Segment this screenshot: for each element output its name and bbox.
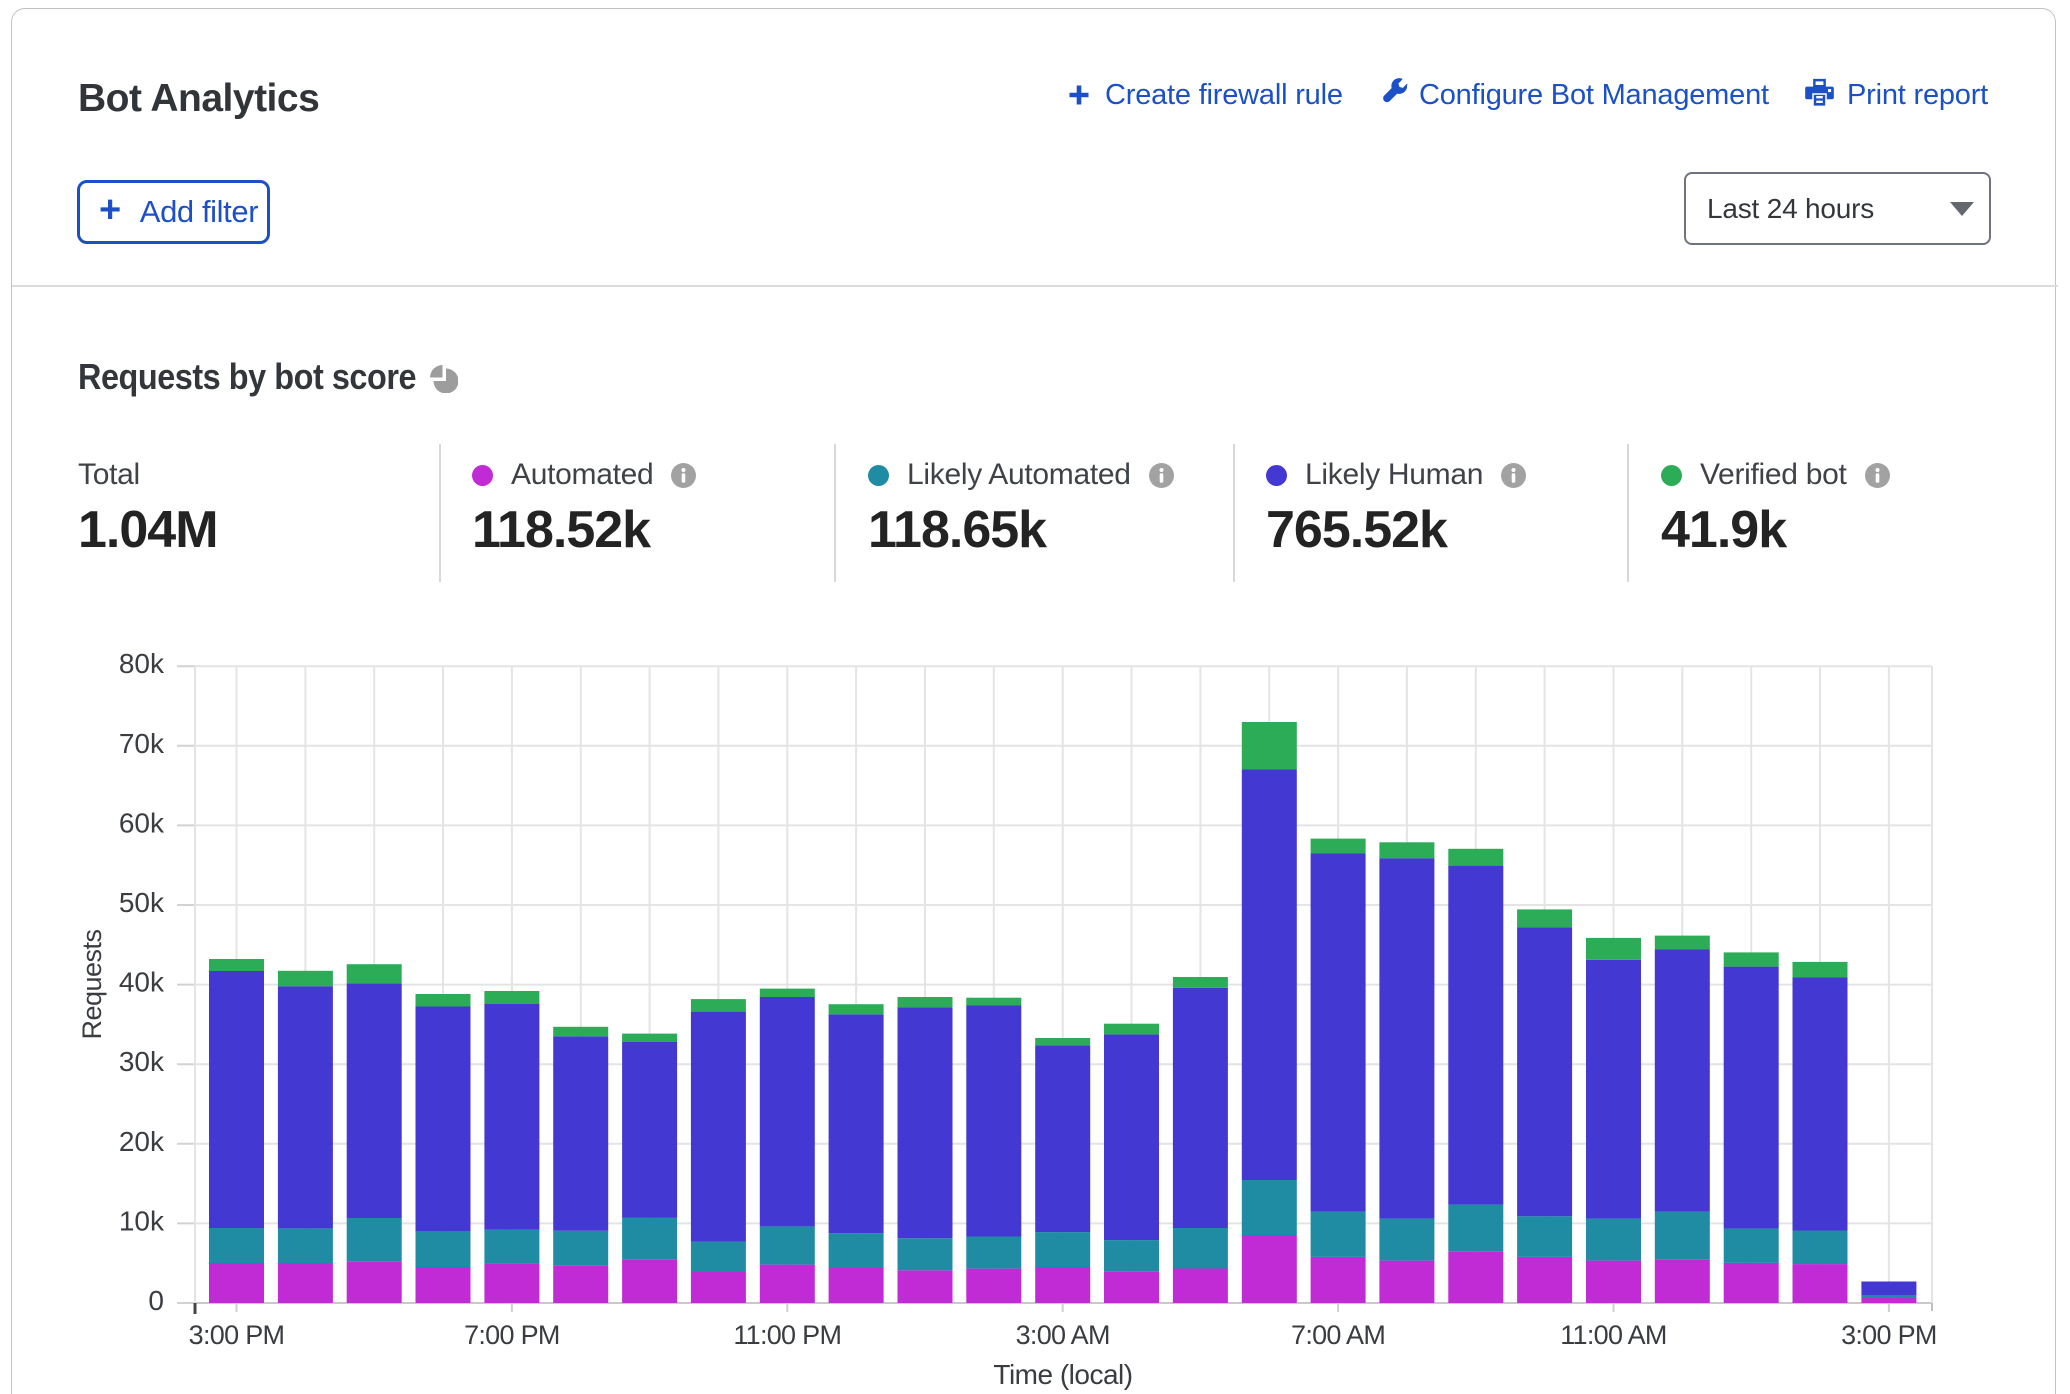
svg-text:60k: 60k bbox=[119, 807, 165, 838]
svg-text:11:00 AM: 11:00 AM bbox=[1560, 1320, 1666, 1350]
svg-text:30k: 30k bbox=[119, 1046, 165, 1077]
svg-text:10k: 10k bbox=[119, 1205, 165, 1236]
svg-text:7:00 PM: 7:00 PM bbox=[464, 1320, 560, 1350]
svg-text:7:00 AM: 7:00 AM bbox=[1291, 1320, 1385, 1350]
svg-text:0: 0 bbox=[148, 1285, 164, 1316]
svg-text:70k: 70k bbox=[119, 728, 165, 759]
svg-text:3:00 PM: 3:00 PM bbox=[189, 1320, 285, 1350]
svg-text:40k: 40k bbox=[119, 967, 165, 998]
svg-text:3:00 AM: 3:00 AM bbox=[1016, 1320, 1110, 1350]
svg-text:11:00 PM: 11:00 PM bbox=[733, 1320, 841, 1350]
svg-text:3:00 PM: 3:00 PM bbox=[1841, 1320, 1937, 1350]
svg-text:20k: 20k bbox=[119, 1126, 165, 1157]
svg-text:Time (local): Time (local) bbox=[993, 1359, 1132, 1390]
svg-text:50k: 50k bbox=[119, 887, 165, 918]
svg-text:Requests: Requests bbox=[77, 929, 107, 1039]
svg-text:80k: 80k bbox=[119, 648, 165, 679]
